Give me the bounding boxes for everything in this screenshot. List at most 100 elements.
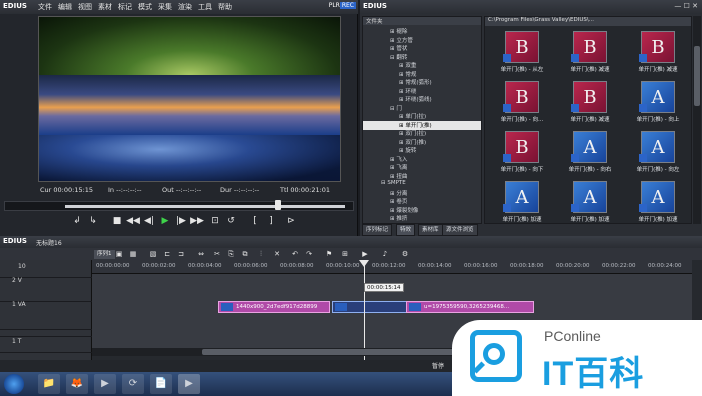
mark-out-icon[interactable]: ]	[264, 214, 278, 228]
clip-video-1[interactable]: 1440x900_2d7edf917d28899	[218, 301, 330, 313]
effect-item[interactable]: A 单开门(推) 加速	[489, 179, 555, 223]
copy-icon[interactable]: ⎘	[226, 249, 236, 259]
stop-icon[interactable]: ■	[110, 214, 124, 228]
timeline-ruler[interactable]: 00:00:00:00 00:00:02:00 00:00:04:00 00:00:0…	[92, 260, 692, 274]
window-buttons[interactable]: — ☐ ✕	[674, 2, 698, 10]
ruler-tick-label: 00:00:18:00	[510, 263, 544, 269]
tab-effects[interactable]: 特效	[396, 224, 416, 236]
menu-render[interactable]: 渲染	[178, 2, 192, 12]
clip-icon[interactable]: ▧	[148, 249, 158, 259]
effect-thumbnail[interactable]: A	[639, 181, 675, 213]
playhead-line[interactable]	[364, 260, 365, 360]
effect-thumbnail[interactable]: B	[503, 81, 539, 113]
clip-video-1-name: 1440x900_2d7edf917d28899	[236, 304, 318, 310]
effect-item[interactable]: A 单开门(推) 加速	[625, 179, 691, 223]
timeline-app-logo: EDIUS	[3, 237, 27, 245]
open-project-icon[interactable]: ▣	[114, 249, 124, 259]
timecode-row: Cur 00:00:15:15 In --:--:--:-- Out --:--…	[40, 186, 340, 196]
step-forward-icon[interactable]: |▶	[174, 214, 188, 228]
set-in-icon[interactable]: ↲	[70, 214, 84, 228]
menu-file[interactable]: 文件	[38, 2, 52, 12]
position-scrubber[interactable]	[4, 200, 354, 211]
tab-source-browser[interactable]: 源文件浏览	[442, 224, 478, 236]
settings-icon[interactable]: ⚙	[400, 249, 410, 259]
player-window: EDIUS 文件 编辑 视图 素材 标记 模式 采集 渲染 工具 帮助 PLR R…	[0, 0, 358, 236]
plr-rec-toggle[interactable]: PLR REC	[329, 2, 356, 9]
duration-timecode: Dur --:--:--:--	[220, 186, 260, 194]
effect-thumbnail[interactable]: B	[503, 131, 539, 163]
monitor-icon[interactable]: ⊡	[208, 214, 222, 228]
start-button[interactable]	[4, 374, 24, 394]
set-out-icon[interactable]: ↳	[86, 214, 100, 228]
step-back-icon[interactable]: ◀|	[142, 214, 156, 228]
audio-icon[interactable]: ♪	[380, 249, 390, 259]
scrubber-track[interactable]	[65, 205, 345, 208]
menu-edit[interactable]: 编辑	[58, 2, 72, 12]
explorer-icon[interactable]: 📁	[38, 374, 60, 394]
menu-capture[interactable]: 采集	[158, 2, 172, 12]
insert-icon[interactable]: ⊳	[284, 214, 298, 228]
snap-icon[interactable]: ⊞	[340, 249, 350, 259]
clip-video-2[interactable]: u=1975359590,3265239468...	[406, 301, 534, 313]
effects-scrollbar[interactable]	[693, 16, 701, 224]
rec-label: REC	[339, 2, 356, 9]
effect-thumbnail[interactable]: A	[571, 131, 607, 163]
effects-scroll-thumb[interactable]	[694, 46, 700, 106]
effect-thumbnail[interactable]: A	[639, 131, 675, 163]
effect-label: 单开门(推) - 从左	[500, 67, 544, 73]
fast-forward-icon[interactable]: ▶▶	[190, 214, 204, 228]
effect-badge-icon	[639, 154, 647, 162]
effect-thumbnail[interactable]: A	[503, 181, 539, 213]
tree-item[interactable]: ⊞ 推挤	[363, 214, 481, 223]
menu-view[interactable]: 视图	[78, 2, 92, 12]
render-icon[interactable]: ▶	[360, 249, 370, 259]
effect-badge-icon	[503, 204, 511, 212]
ruler-tick-label: 00:00:20:00	[556, 263, 590, 269]
effect-thumbnail[interactable]: A	[639, 81, 675, 113]
watermark-brand: PConline	[544, 328, 601, 344]
paste-icon[interactable]: ⧉	[240, 249, 250, 259]
effect-label: 单开门(推) 加速	[638, 217, 678, 223]
undo-icon[interactable]: ↶	[290, 249, 300, 259]
tab-sequence-marker[interactable]: 序列标记	[362, 224, 393, 236]
rewind-icon[interactable]: ◀◀	[126, 214, 140, 228]
ripple-icon[interactable]: ⇔	[196, 249, 206, 259]
insert-mode-icon[interactable]: ⊏	[162, 249, 172, 259]
redo-icon[interactable]: ↷	[304, 249, 314, 259]
menu-tools[interactable]: 工具	[198, 2, 212, 12]
menu-clip[interactable]: 素材	[98, 2, 112, 12]
effect-item[interactable]: A 单开门(推) 加速	[557, 179, 623, 223]
media-player-icon[interactable]: ▶	[94, 374, 116, 394]
marker-icon[interactable]: ⚑	[324, 249, 334, 259]
menu-help[interactable]: 帮助	[218, 2, 232, 12]
menu-mode[interactable]: 模式	[138, 2, 152, 12]
effect-thumbnail[interactable]: B	[571, 81, 607, 113]
split-icon[interactable]: ⫶	[256, 249, 266, 259]
cut-icon[interactable]: ✂	[212, 249, 222, 259]
track-header-1t[interactable]: 1 T	[0, 336, 104, 353]
delete-icon[interactable]: ✕	[272, 249, 282, 259]
playhead-marker[interactable]	[359, 260, 369, 267]
effect-thumbnail[interactable]: B	[571, 31, 607, 63]
edius-taskbar-icon[interactable]: ▶	[178, 374, 200, 394]
refresh-app-icon[interactable]: ⟳	[122, 374, 144, 394]
tab-bin[interactable]: 素材库	[418, 224, 443, 236]
effects-tabs: 序列标记 特效 素材库 源文件浏览	[362, 224, 700, 236]
app-logo: EDIUS	[3, 2, 27, 10]
tab-sequence[interactable]: 序列1	[94, 250, 115, 259]
effect-thumbnail[interactable]: A	[571, 181, 607, 213]
clip-transition[interactable]	[332, 301, 408, 313]
document-icon[interactable]: 📄	[150, 374, 172, 394]
menu-marker[interactable]: 标记	[118, 2, 132, 12]
overwrite-mode-icon[interactable]: ⊐	[176, 249, 186, 259]
play-icon[interactable]: ▶	[158, 214, 172, 228]
mark-in-icon[interactable]: [	[248, 214, 262, 228]
effect-thumbnail[interactable]: B	[639, 31, 675, 63]
scrubber-handle[interactable]	[275, 200, 281, 210]
effect-badge-icon	[639, 104, 647, 112]
effect-thumbnail[interactable]: B	[503, 31, 539, 63]
ruler-tick-label: 00:00:00:00	[96, 263, 130, 269]
loop-icon[interactable]: ↺	[224, 214, 238, 228]
firefox-icon[interactable]: 🦊	[66, 374, 88, 394]
save-project-icon[interactable]: ▦	[128, 249, 138, 259]
